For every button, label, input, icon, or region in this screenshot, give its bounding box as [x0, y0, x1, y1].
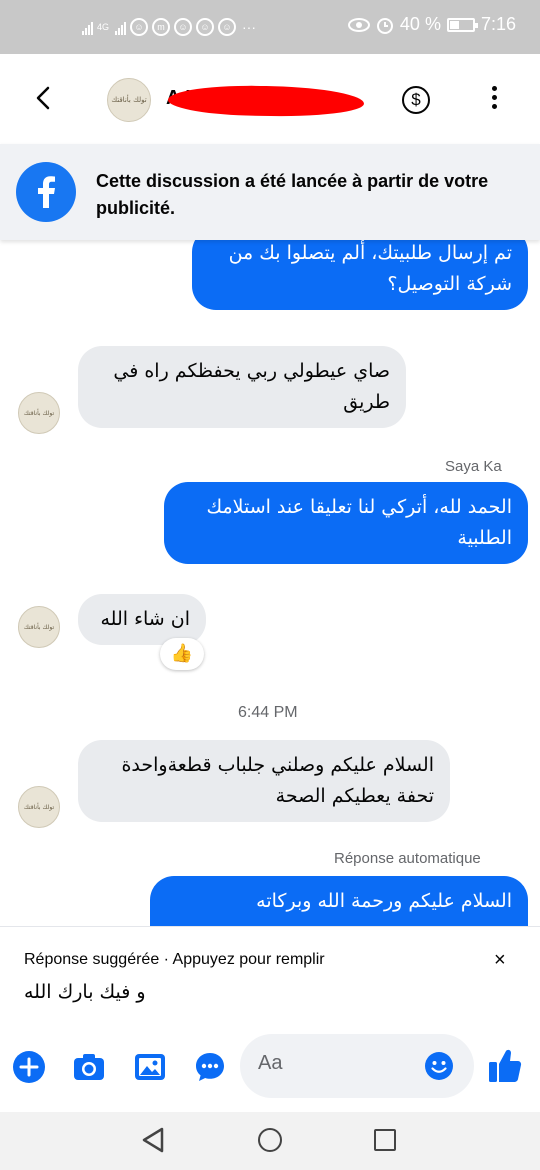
chat-extensions-icon[interactable]	[193, 1050, 227, 1084]
nav-back-icon[interactable]	[140, 1126, 166, 1154]
back-arrow-icon[interactable]	[28, 82, 60, 114]
avatar-logo-text: تولك بأناقتك	[23, 409, 55, 417]
message-input[interactable]: Aa	[240, 1034, 474, 1098]
clock: 7:16	[480, 14, 516, 34]
suggested-reply-label: Réponse suggérée · Appuyez pour remplir	[24, 951, 325, 968]
payment-dollar-icon[interactable]: $	[402, 86, 430, 114]
message-bubble-outgoing[interactable]: تم إرسال طلبيتك، ألم يتصلوا بك من شركة ا…	[192, 240, 528, 310]
message-bubble-incoming[interactable]: صاي عيطولي ربي يحفظكم راه في طريق	[78, 346, 406, 428]
thumbs-up-reaction[interactable]: 👍	[160, 638, 204, 670]
ad-origin-banner: Cette discussion a été lancée à partir d…	[0, 144, 540, 240]
emoji-icon[interactable]	[424, 1051, 454, 1081]
network-type: 4G	[97, 22, 110, 32]
signal-icon-2	[115, 19, 127, 35]
sender-avatar[interactable]: تولك بأناقتك	[18, 606, 60, 648]
facebook-logo-icon	[16, 162, 76, 222]
alarm-icon	[376, 17, 393, 34]
contact-avatar[interactable]: تولك بأناقتك	[107, 78, 151, 122]
battery-percent: 40 %	[399, 14, 441, 34]
message-bubble-outgoing[interactable]: الحمد لله، أتركي لنا تعليقا عند استلامك …	[164, 482, 528, 564]
message-input-placeholder: Aa	[258, 1052, 283, 1074]
nav-home-icon[interactable]	[258, 1128, 282, 1152]
suggested-reply-text[interactable]: و فيك بارك الله	[24, 981, 146, 1003]
battery-fill	[449, 20, 459, 29]
signal-icon	[82, 19, 93, 35]
messenger-notification-icon: m	[152, 18, 171, 36]
banner-text: Cette discussion a été lancée à partir d…	[96, 171, 489, 218]
avatar-logo-text: تولك بأناقتك	[111, 96, 147, 104]
message-thread[interactable]: تم إرسال طلبيتك، ألم يتصلوا بك من شركة ا…	[0, 240, 540, 926]
whatsapp-notification-icon-2: ☺	[174, 18, 193, 36]
avatar-logo-text: تولك بأناقتك	[23, 803, 55, 811]
redaction-mark	[167, 83, 365, 119]
whatsapp-notification-icon-3: ☺	[196, 18, 215, 36]
sender-label: Saya Ka	[445, 458, 502, 475]
gallery-icon[interactable]	[133, 1050, 167, 1084]
system-navigation-bar	[0, 1112, 540, 1170]
whatsapp-notification-icon: ☺	[130, 18, 149, 36]
conversation-header: تولك بأناقتك A Hakaraki $	[0, 54, 540, 144]
status-left: 4G ☺ m ☺ ☺ ☺ ···	[82, 18, 256, 36]
plus-icon[interactable]	[12, 1050, 46, 1084]
more-notifications-icon: ···	[242, 19, 257, 35]
battery-icon	[446, 17, 478, 32]
status-right: 40 % 7:16	[347, 14, 516, 35]
nav-recents-icon[interactable]	[374, 1129, 396, 1151]
sender-avatar[interactable]: تولك بأناقتك	[18, 786, 60, 828]
suggested-reply-panel: Réponse suggérée · Appuyez pour remplir …	[0, 926, 540, 1026]
close-icon[interactable]: ×	[494, 949, 506, 972]
more-options-icon[interactable]	[486, 86, 502, 114]
thumbs-up-icon[interactable]	[488, 1046, 522, 1084]
status-bar: 4G ☺ m ☺ ☺ ☺ ··· 40 % 7:16	[0, 0, 540, 54]
avatar-logo-text: تولك بأناقتك	[23, 623, 55, 631]
whatsapp-notification-icon-4: ☺	[218, 18, 237, 36]
message-bubble-incoming[interactable]: السلام عليكم وصلني جلباب قطعةواحدة تحفة …	[78, 740, 450, 822]
message-composer: Aa	[0, 1026, 540, 1112]
timestamp: 6:44 PM	[238, 704, 298, 721]
sender-label: Réponse automatique	[334, 850, 481, 867]
eye-icon	[347, 17, 370, 32]
camera-icon[interactable]	[72, 1050, 106, 1084]
sender-avatar[interactable]: تولك بأناقتك	[18, 392, 60, 434]
message-bubble-outgoing[interactable]: السلام عليكم ورحمة الله وبركاته	[150, 876, 528, 926]
